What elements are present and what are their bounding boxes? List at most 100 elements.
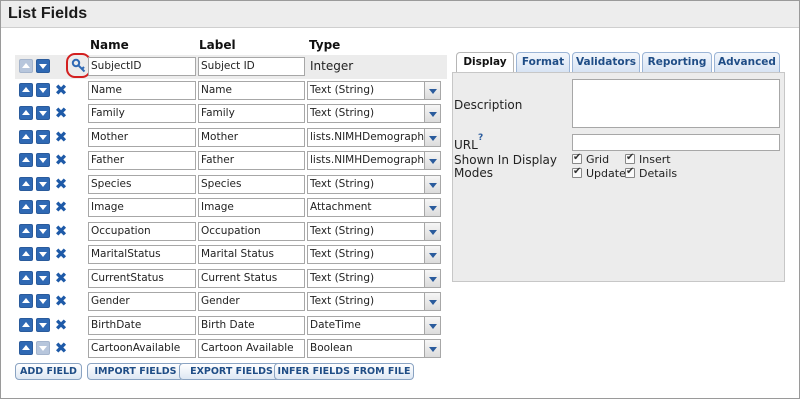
delete-icon[interactable]: ✖ — [53, 198, 69, 216]
chevron-down-icon[interactable] — [425, 80, 441, 100]
delete-icon[interactable]: ✖ — [53, 339, 69, 357]
field-type-select[interactable]: lists.NIMHDemographics — [307, 151, 425, 170]
move-down-icon[interactable] — [36, 294, 50, 308]
delete-icon[interactable]: ✖ — [53, 81, 69, 99]
field-type-select[interactable]: Text (String) — [307, 104, 425, 123]
field-type-select[interactable]: DateTime — [307, 315, 425, 335]
field-label-input[interactable]: Gender — [198, 292, 305, 311]
import-fields-button[interactable]: IMPORT FIELDS — [87, 363, 184, 380]
chevron-down-icon[interactable] — [425, 104, 441, 123]
field-label-input[interactable]: Birth Date — [198, 315, 305, 335]
url-field[interactable] — [572, 134, 780, 151]
delete-icon[interactable]: ✖ — [53, 316, 69, 334]
field-label-input[interactable]: Family — [198, 104, 305, 123]
field-label-input[interactable]: Father — [198, 151, 305, 170]
tab-validators[interactable]: Validators — [572, 52, 640, 73]
move-down-icon[interactable] — [36, 129, 50, 144]
field-name-input[interactable]: Family — [88, 104, 196, 123]
field-name-input[interactable]: Father — [88, 151, 196, 170]
delete-icon[interactable]: ✖ — [53, 175, 69, 193]
move-down-icon[interactable] — [36, 270, 50, 285]
field-name-input[interactable]: MaritalStatus — [88, 245, 196, 264]
field-label-input[interactable]: Subject ID — [198, 57, 305, 76]
move-up-icon[interactable] — [19, 341, 33, 355]
insert-checkbox[interactable] — [625, 152, 635, 164]
details-checkbox[interactable] — [625, 166, 635, 178]
field-label-input[interactable]: Current Status — [198, 268, 305, 288]
move-up-icon[interactable] — [19, 153, 33, 167]
field-name-input[interactable]: SubjectID — [88, 57, 196, 76]
move-up-icon[interactable] — [19, 294, 33, 308]
move-up-icon[interactable] — [19, 200, 33, 214]
field-label-input[interactable]: Species — [198, 174, 305, 194]
field-label-input[interactable]: Mother — [198, 127, 305, 147]
move-down-icon[interactable] — [36, 223, 50, 238]
field-name-input[interactable]: Mother — [88, 127, 196, 147]
move-up-icon[interactable] — [19, 176, 33, 191]
move-down-icon[interactable] — [36, 317, 50, 332]
field-type-select[interactable]: Attachment — [307, 198, 425, 217]
delete-icon[interactable]: ✖ — [53, 151, 69, 169]
field-name-input[interactable]: Name — [88, 80, 196, 100]
chevron-down-icon[interactable] — [425, 127, 441, 147]
field-label-input[interactable]: Occupation — [198, 221, 305, 241]
move-down-icon[interactable] — [36, 82, 50, 97]
field-type-select[interactable]: Text (String) — [307, 268, 425, 288]
move-up-icon[interactable] — [19, 106, 33, 120]
move-up-icon[interactable] — [19, 223, 33, 238]
tab-format[interactable]: Format — [516, 52, 570, 73]
move-up-icon[interactable] — [19, 59, 33, 73]
move-up-icon[interactable] — [19, 270, 33, 285]
chevron-down-icon[interactable] — [425, 221, 441, 241]
grid-checkbox[interactable] — [572, 152, 582, 164]
delete-icon[interactable]: ✖ — [53, 292, 69, 310]
field-type-select[interactable]: Text (String) — [307, 292, 425, 311]
move-down-icon[interactable] — [36, 153, 50, 167]
field-name-input[interactable]: Image — [88, 198, 196, 217]
move-down-icon[interactable] — [36, 59, 50, 73]
update-checkbox[interactable] — [572, 166, 582, 178]
tab-reporting[interactable]: Reporting — [642, 52, 712, 73]
delete-icon[interactable]: ✖ — [53, 104, 69, 122]
tab-advanced[interactable]: Advanced — [714, 52, 780, 73]
field-type-select[interactable]: Text (String) — [307, 174, 425, 194]
chevron-down-icon[interactable] — [425, 151, 441, 170]
chevron-down-icon[interactable] — [425, 315, 441, 335]
field-type-select[interactable]: Text (String) — [307, 245, 425, 264]
field-type-select[interactable]: lists.NIMHDemographics — [307, 127, 425, 147]
move-up-icon[interactable] — [19, 82, 33, 97]
field-name-input[interactable]: BirthDate — [88, 315, 196, 335]
export-fields-button[interactable]: EXPORT FIELDS — [179, 363, 284, 380]
chevron-down-icon[interactable] — [425, 339, 441, 358]
delete-icon[interactable]: ✖ — [53, 222, 69, 240]
chevron-down-icon[interactable] — [425, 245, 441, 264]
field-label-input[interactable]: Image — [198, 198, 305, 217]
move-up-icon[interactable] — [19, 247, 33, 261]
move-down-icon[interactable] — [36, 176, 50, 191]
move-down-icon[interactable] — [36, 341, 50, 355]
description-field[interactable] — [572, 79, 780, 128]
field-name-input[interactable]: Occupation — [88, 221, 196, 241]
field-type-select[interactable]: Text (String) — [307, 221, 425, 241]
move-up-icon[interactable] — [19, 317, 33, 332]
field-type-select[interactable]: Text (String) — [307, 80, 425, 100]
chevron-down-icon[interactable] — [425, 268, 441, 288]
field-label-input[interactable]: Cartoon Available — [198, 339, 305, 358]
field-label-input[interactable]: Marital Status — [198, 245, 305, 264]
field-name-input[interactable]: Species — [88, 174, 196, 194]
tab-display[interactable]: Display — [456, 52, 514, 74]
add-field-button[interactable]: ADD FIELD — [15, 363, 82, 380]
field-type-select[interactable]: Boolean — [307, 339, 425, 358]
chevron-down-icon[interactable] — [425, 174, 441, 194]
chevron-down-icon[interactable] — [425, 198, 441, 217]
delete-icon[interactable]: ✖ — [53, 128, 69, 146]
field-name-input[interactable]: Gender — [88, 292, 196, 311]
delete-icon[interactable]: ✖ — [53, 269, 69, 287]
delete-icon[interactable]: ✖ — [53, 245, 69, 263]
move-down-icon[interactable] — [36, 247, 50, 261]
move-up-icon[interactable] — [19, 129, 33, 144]
move-down-icon[interactable] — [36, 106, 50, 120]
field-label-input[interactable]: Name — [198, 80, 305, 100]
help-icon[interactable]: ? — [478, 133, 483, 143]
move-down-icon[interactable] — [36, 200, 50, 214]
